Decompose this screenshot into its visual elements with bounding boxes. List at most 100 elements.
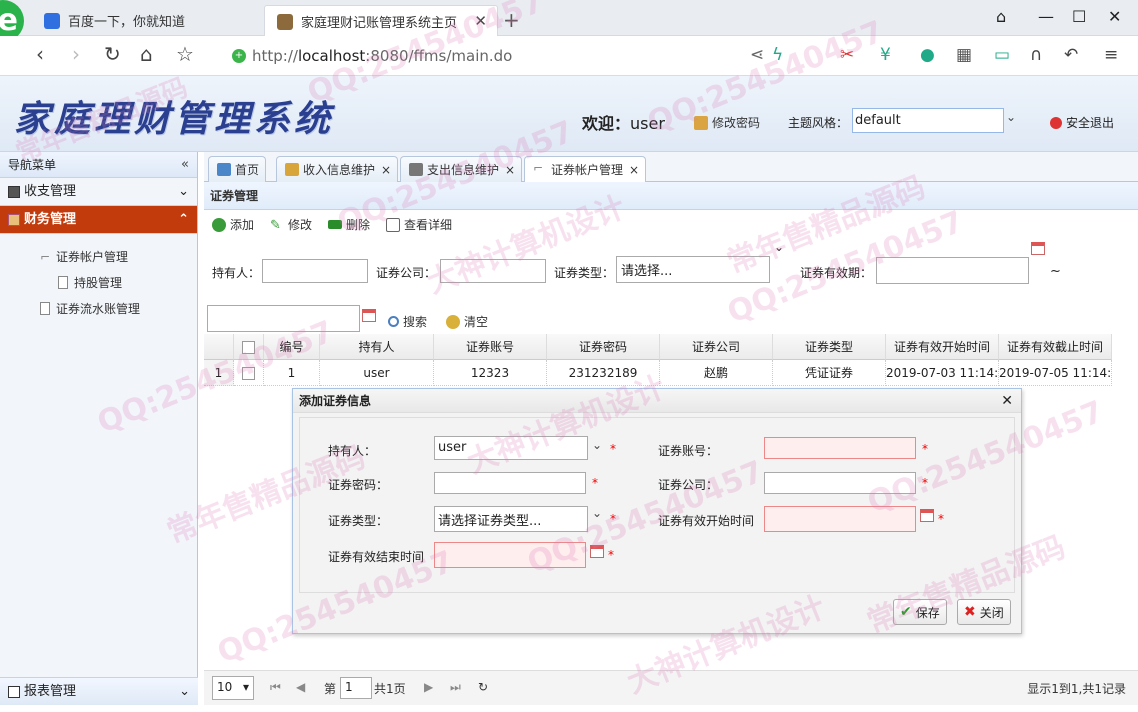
holder-filter-input[interactable] [262, 259, 368, 283]
company-filter-input[interactable] [440, 259, 546, 283]
account-input[interactable] [764, 437, 916, 459]
first-page-icon[interactable]: ⏮ [270, 680, 281, 695]
tab-securities-account[interactable]: ⌐ 证券帐户管理 × [524, 156, 647, 182]
valid-start-input[interactable] [876, 257, 1029, 284]
star-icon[interactable]: ☆ [176, 42, 194, 66]
close-button[interactable]: ✖ 关闭 [957, 599, 1011, 625]
forward-icon[interactable]: › [72, 42, 80, 66]
chevron-down-icon[interactable]: ⌄ [592, 438, 602, 452]
tab-income[interactable]: 收入信息维护 × [276, 156, 399, 182]
clear-label: 清空 [464, 315, 489, 329]
collapse-sidebar-icon[interactable]: « [181, 152, 189, 178]
prev-page-icon[interactable]: ◀ [296, 680, 305, 694]
browser-tab-ffms[interactable]: 家庭理财记账管理系统主页 ✕ [264, 5, 498, 36]
tab-close-icon[interactable]: × [505, 163, 515, 177]
column-header[interactable]: 证券有效开始时间 [886, 334, 999, 360]
page-number-input[interactable]: 1 [340, 677, 372, 699]
clear-button[interactable]: 清空 [446, 313, 488, 330]
start-time-input[interactable] [764, 506, 916, 532]
column-header[interactable]: 编号 [264, 334, 320, 360]
type-filter-select[interactable]: 请选择... [616, 256, 770, 283]
logout-link[interactable]: 安全退出 [1050, 114, 1114, 131]
battery-icon[interactable]: ▭ [994, 45, 1010, 65]
currency-icon[interactable]: ¥ [880, 45, 891, 65]
chevron-down-icon[interactable]: ⌄ [774, 240, 784, 254]
delete-button[interactable]: 删除 [328, 216, 370, 233]
sidebar-item-securities-ledger[interactable]: 证券流水账管理 [40, 300, 140, 317]
undo-icon[interactable]: ↶ [1064, 45, 1078, 65]
holder-filter-label: 持有人： [212, 266, 261, 280]
sidebar-section-income-expense[interactable]: 收支管理 ⌄ [0, 178, 197, 206]
tab-close-icon[interactable]: × [629, 163, 639, 177]
password-input[interactable] [434, 472, 586, 494]
browser-tab-baidu[interactable]: 百度一下，你就知道 [32, 5, 260, 36]
edit-button[interactable]: ✎ 修改 [270, 216, 312, 233]
row-checkbox[interactable] [242, 367, 255, 380]
scissors-icon[interactable]: ✂ [840, 45, 854, 65]
chevron-down-icon[interactable]: ⌄ [1006, 110, 1016, 124]
browser-tab-title: 百度一下，你就知道 [68, 15, 186, 30]
save-button[interactable]: ✔ 保存 [893, 599, 947, 625]
column-header[interactable]: 持有人 [320, 334, 434, 360]
menu-icon[interactable]: ≡ [1104, 45, 1118, 65]
apps-grid-icon[interactable]: ▦ [956, 45, 972, 65]
sidebar-section-finance[interactable]: 财务管理 ⌃ [0, 206, 197, 234]
coins-icon [285, 163, 299, 176]
column-header[interactable]: 证券类型 [773, 334, 886, 360]
calendar-icon[interactable] [920, 509, 934, 522]
minimize-icon[interactable]: — [1038, 7, 1054, 26]
back-icon[interactable]: ‹ [36, 42, 44, 66]
holder-label: 持有人： [328, 444, 377, 458]
change-password-link[interactable]: 修改密码 [694, 114, 760, 131]
theme-select[interactable]: default [852, 108, 1004, 133]
type-select[interactable]: 请选择证券类型... [434, 506, 588, 532]
share-icon[interactable]: ⋖ [750, 45, 764, 65]
reload-icon[interactable]: ↻ [104, 42, 121, 66]
holder-select[interactable]: user [434, 436, 588, 460]
tab-close-icon[interactable]: × [381, 163, 391, 177]
maximize-icon[interactable]: ☐ [1072, 7, 1086, 26]
column-header[interactable]: 证券有效截止时间 [999, 334, 1112, 360]
sidebar-item-securities-account[interactable]: ⌐ 证券帐户管理 [40, 248, 128, 265]
column-header[interactable]: 证券账号 [434, 334, 547, 360]
new-tab-icon[interactable]: + [503, 8, 520, 32]
calendar-icon[interactable] [362, 309, 376, 322]
key-icon [694, 115, 708, 130]
sidebar-section-reports[interactable]: 报表管理 ⌄ [0, 677, 198, 705]
calendar-icon[interactable] [590, 545, 604, 558]
search-button[interactable]: 搜索 [388, 313, 427, 330]
page-size-select[interactable]: 10 ▾ [212, 676, 254, 700]
tab-expense[interactable]: 支出信息维护 × [400, 156, 523, 182]
dialog-close-icon[interactable]: ✕ [1001, 389, 1013, 413]
table-row[interactable]: 1 1 user 12323 231232189 赵鹏 凭证证券 2019-07… [204, 360, 1114, 386]
add-button[interactable]: 添加 [212, 216, 254, 233]
column-header[interactable]: 证券公司 [660, 334, 773, 360]
chevron-down-icon[interactable]: ⌄ [592, 506, 602, 520]
end-time-input[interactable] [434, 542, 586, 568]
window-close-icon[interactable]: ✕ [1108, 7, 1121, 26]
shirt-icon[interactable]: ⌂ [996, 7, 1006, 26]
view-detail-button[interactable]: 查看详细 [386, 216, 452, 233]
tab-home[interactable]: 首页 [208, 156, 267, 182]
refresh-icon[interactable]: ↻ [478, 680, 488, 694]
select-all-checkbox[interactable] [242, 341, 255, 354]
tab-label: 证券帐户管理 [551, 163, 624, 177]
url-field[interactable]: + http://localhost:8080/ffms/main.do [232, 42, 752, 70]
calendar-icon[interactable] [1031, 242, 1045, 255]
lightning-icon[interactable]: ϟ [772, 45, 783, 65]
next-page-icon[interactable]: ▶ [424, 680, 433, 694]
last-page-icon[interactable]: ⏭ [450, 680, 461, 695]
valid-period-label: 证券有效期： [800, 266, 873, 280]
headphones-icon[interactable]: ∩ [1030, 45, 1042, 65]
tab-close-icon[interactable]: ✕ [474, 12, 487, 30]
total-pages: 共1页 [374, 682, 406, 696]
tree-item-label: 持股管理 [74, 276, 123, 290]
home-icon[interactable]: ⌂ [140, 42, 153, 66]
valid-end-input[interactable] [207, 305, 360, 332]
company-input[interactable] [764, 472, 916, 494]
chat-icon[interactable]: ● [920, 45, 935, 65]
check-icon: ✔ [900, 604, 912, 620]
column-header[interactable]: 证券密码 [547, 334, 660, 360]
sidebar: 导航菜单 « 收支管理 ⌄ 财务管理 ⌃ ⌐ 证券帐户管理 持股管理 证券流水账管… [0, 152, 198, 705]
sidebar-item-holdings[interactable]: 持股管理 [58, 274, 122, 291]
